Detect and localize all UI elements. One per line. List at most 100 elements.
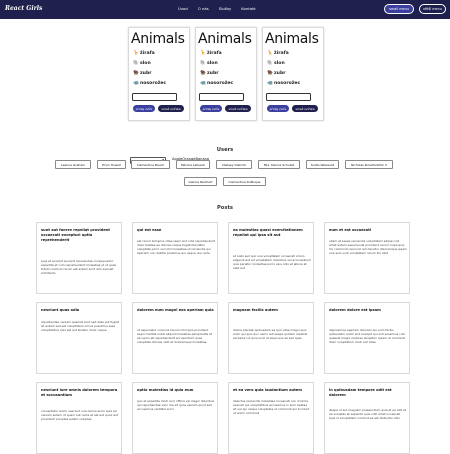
animal-card-title: Animals <box>265 31 319 47</box>
user-button[interactable]: Glenna Reichert <box>184 177 217 186</box>
add-animal-button[interactable]: přidej zvíře <box>267 105 289 112</box>
user-button[interactable]: Ervin Howell <box>97 160 126 169</box>
user-button[interactable]: Clementine Bauch <box>131 160 170 169</box>
user-button[interactable]: Clementina DuBuque <box>223 177 266 186</box>
animal-card-title: Animals <box>131 31 185 47</box>
users-heading: Users <box>216 147 234 153</box>
post-body: delectus reiciendis molestiae occaecati … <box>233 399 310 415</box>
animal-item: 🦏nosorožec <box>200 81 233 86</box>
post-title: nesciunt iure omnis dolorem tempora et a… <box>41 388 118 397</box>
post-card: sunt aut facere repellat provident occae… <box>36 222 122 294</box>
post-title: sunt aut facere repellat provident occae… <box>41 228 110 242</box>
animal-label: žirafa <box>274 51 289 56</box>
animal-item: 🦬zubr <box>267 71 286 76</box>
animal-item: 🦬zubr <box>200 71 219 76</box>
rhino-icon: 🦏 <box>267 81 273 86</box>
user-button[interactable]: Mrs. Dennis Schulist <box>258 160 300 169</box>
nav-link-o-nas[interactable]: O nás <box>198 6 209 11</box>
post-body: dolore placeat quibusdam ea quo vitae ma… <box>233 328 307 340</box>
animal-item: 🦒žirafa <box>133 51 155 56</box>
post-body: ut aspernatur corporis harum nihil quis … <box>137 328 213 344</box>
post-title: ea molestias quasi exercitationem repell… <box>233 228 303 237</box>
post-title: optio molestias id quia eum <box>137 388 194 392</box>
post-body: itaque id aut magnam praesentium quia et… <box>329 408 407 420</box>
post-title: dolorem dolore est ipsam <box>329 308 381 312</box>
animal-input[interactable] <box>132 93 177 101</box>
post-title: et ea vero quia laudantium autem <box>233 388 302 392</box>
animal-label: slon <box>207 61 218 66</box>
animal-card: Animals 🦒žirafa 🐘slon 🦬zubr 🦏nosorožec p… <box>128 27 190 121</box>
animal-input[interactable] <box>199 93 244 101</box>
animal-card: Animals 🦒žirafa 🐘slon 🦬zubr 🦏nosorožec p… <box>262 27 324 121</box>
rhino-icon: 🦏 <box>200 81 206 86</box>
post-title: dolorem eum magni eos aperiam quia <box>137 308 214 312</box>
animal-label: zubr <box>207 71 219 76</box>
animal-label: nosorožec <box>207 81 234 86</box>
post-card: optio molestias id quia eum quo et exped… <box>132 382 218 454</box>
animal-item: 🐘slon <box>267 61 285 66</box>
post-body: repudiandae veniam quaerat sunt sed alia… <box>41 320 119 332</box>
animal-label: nosorožec <box>274 81 301 86</box>
animal-label: zubr <box>274 71 286 76</box>
post-card: et ea vero quia laudantium autem delectu… <box>228 382 314 454</box>
large-menu-button[interactable]: větší menu <box>419 4 446 14</box>
delete-animals-button[interactable]: smaž zvířata <box>292 105 318 112</box>
user-button[interactable]: Leanne Graham <box>55 160 91 169</box>
post-body: quia et suscipit suscipit recusandae con… <box>41 259 117 275</box>
brand-logo[interactable]: React Girls <box>5 5 42 12</box>
user-button[interactable]: Patricia Lebsack <box>176 160 210 169</box>
post-card: ea molestias quasi exercitationem repell… <box>228 222 314 294</box>
post-title: qui est esse <box>137 228 162 232</box>
post-body: quo et expedita modi cum officia vel mag… <box>137 399 215 411</box>
animal-item: 🦏nosorožec <box>267 81 300 86</box>
giraffe-icon: 🦒 <box>200 51 206 56</box>
animal-card: Animals 🦒žirafa 🐘slon 🦬zubr 🦏nosorožec p… <box>195 27 257 121</box>
bison-icon: 🦬 <box>267 71 273 76</box>
animal-item: 🦏nosorožec <box>133 81 166 86</box>
post-card: in quibusdam tempore odit est dolorem it… <box>324 382 410 454</box>
animal-label: slon <box>140 61 151 66</box>
post-card: dolorem dolore est ipsam dignissimos ape… <box>324 302 410 374</box>
post-title: nesciunt quas odio <box>41 308 80 312</box>
animal-item: 🦬zubr <box>133 71 152 76</box>
animal-item: 🐘slon <box>133 61 151 66</box>
bison-icon: 🦬 <box>200 71 206 76</box>
animal-label: žirafa <box>140 51 155 56</box>
user-button[interactable]: Chelsey Dietrich <box>216 160 252 169</box>
animal-label: slon <box>274 61 285 66</box>
small-menu-button[interactable]: small menu <box>384 4 414 14</box>
post-card: qui est esse est rerum tempore vitae seq… <box>132 222 218 294</box>
animal-input[interactable] <box>266 93 311 101</box>
animal-item: 🐘slon <box>200 61 218 66</box>
add-animal-button[interactable]: přidej zvíře <box>133 105 155 112</box>
post-card: magnam facilis autem dolore placeat quib… <box>228 302 314 374</box>
delete-animals-button[interactable]: smaž zvířata <box>158 105 184 112</box>
post-title: eum et est occaecati <box>329 228 372 232</box>
post-title: magnam facilis autem <box>233 308 278 312</box>
post-card: dolorem eum magni eos aperiam quia ut as… <box>132 302 218 374</box>
post-title: in quibusdam tempore odit est dolorem <box>329 388 392 397</box>
post-card: eum et est occaecati ullam et saepe reic… <box>324 222 410 294</box>
post-body: ullam et saepe reiciendis voluptatem adi… <box>329 239 407 255</box>
animal-card-title: Animals <box>198 31 252 47</box>
animal-label: zubr <box>140 71 152 76</box>
elephant-icon: 🐘 <box>267 61 273 66</box>
bison-icon: 🦬 <box>133 71 139 76</box>
post-body: consectetur animi nesciunt iure dolore e… <box>41 409 119 421</box>
posts-heading: Posts <box>216 205 234 211</box>
giraffe-icon: 🦒 <box>133 51 139 56</box>
giraffe-icon: 🦒 <box>267 51 273 56</box>
delete-animals-button[interactable]: smaž zvířata <box>225 105 251 112</box>
nav-link-uvod[interactable]: Úvod <box>178 6 188 11</box>
nav-link-kontakt[interactable]: Kontakt <box>241 6 256 11</box>
animal-item: 🦒žirafa <box>200 51 222 56</box>
elephant-icon: 🐘 <box>133 61 139 66</box>
nav-link-sluzby[interactable]: Služby <box>219 6 232 11</box>
rhino-icon: 🦏 <box>133 81 139 86</box>
post-body: dignissimos aperiam dolorem qui eum faci… <box>329 328 406 344</box>
add-animal-button[interactable]: přidej zvíře <box>200 105 222 112</box>
user-button[interactable]: Kurtis Weissnat <box>306 160 339 169</box>
top-navbar: React Girls Úvod O nás Služby Kontakt sm… <box>0 0 450 19</box>
animal-item: 🦒žirafa <box>267 51 289 56</box>
user-button[interactable]: Nicholas Runolfsdottir V <box>345 160 393 169</box>
